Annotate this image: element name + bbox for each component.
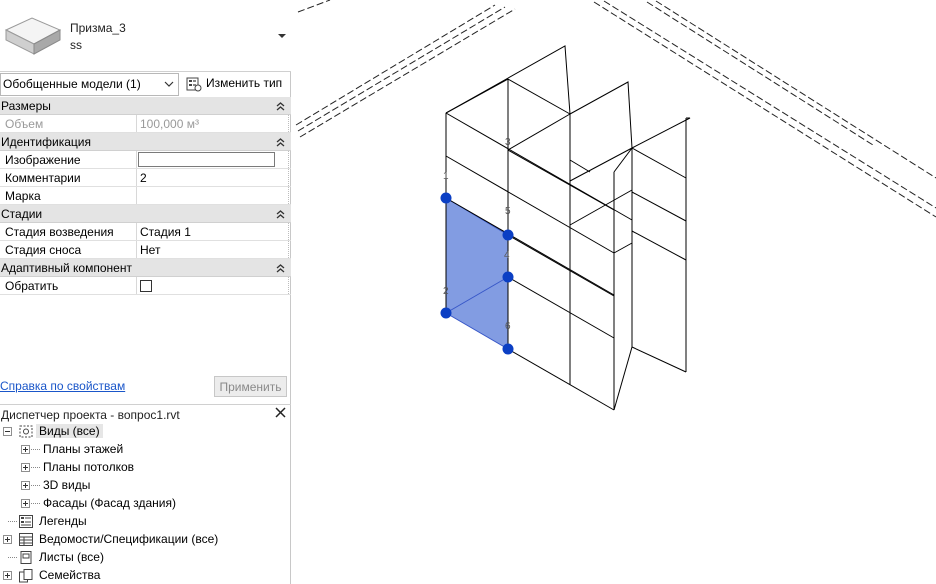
point-label-2: 2	[443, 286, 449, 297]
properties-grid: Размеры Объем 100,000 м³ Идентификация И…	[0, 97, 291, 295]
image-field[interactable]	[138, 152, 275, 167]
family-icon	[19, 569, 33, 583]
adaptive-point-grip-4[interactable]	[502, 271, 514, 283]
point-label-1: 1	[443, 171, 449, 182]
expand-toggle-icon[interactable]	[21, 463, 30, 472]
filter-row: Обобщенные модели (1) Изменить тип	[0, 73, 291, 96]
collapse-icon[interactable]	[276, 101, 285, 111]
prop-name: Комментарии	[0, 169, 137, 186]
expand-toggle-icon[interactable]	[21, 481, 30, 490]
group-phasing[interactable]: Стадии	[0, 205, 291, 223]
group-adaptive-label: Адаптивный компонент	[1, 261, 132, 275]
edit-type-button[interactable]: Изменить тип	[183, 73, 289, 96]
tree-label: Виды (все)	[36, 424, 103, 438]
prop-row-image: Изображение	[0, 151, 291, 169]
point-label-6: 6	[505, 321, 511, 332]
left-panel: Призма_3 ss Обобщенные модели (1) Измени…	[0, 0, 291, 584]
point-label-4: 4	[504, 250, 510, 261]
tree-label: Листы (все)	[39, 550, 104, 564]
edit-type-icon	[186, 77, 202, 92]
collapse-icon[interactable]	[276, 137, 285, 147]
schedule-icon	[19, 533, 33, 546]
close-icon[interactable]	[275, 407, 286, 418]
properties-help-link[interactable]: Справка по свойствам	[0, 379, 125, 393]
type-selector[interactable]: Призма_3 ss	[0, 0, 291, 72]
adaptive-point-grip-2[interactable]	[440, 307, 452, 319]
prop-row-mark: Марка	[0, 187, 291, 205]
point-label-3: 3	[505, 137, 511, 148]
apply-button[interactable]: Применить	[214, 376, 287, 397]
tree-node-floor-plans[interactable]: Планы этажей	[0, 441, 291, 459]
element-filter-value: Обобщенные модели (1)	[3, 77, 141, 91]
type-name: ss	[70, 38, 82, 52]
prop-value	[137, 277, 289, 294]
dropdown-arrow-icon[interactable]	[276, 30, 288, 42]
tree-node-views[interactable]: Виды (все)	[0, 423, 291, 441]
mark-field[interactable]	[137, 187, 289, 204]
phase-created-select[interactable]: Стадия 1	[137, 223, 289, 240]
3d-view-canvas[interactable]: 1 2 3 4 5 6	[292, 0, 936, 584]
prop-name: Объем	[0, 115, 137, 132]
tree-node-schedules[interactable]: Ведомости/Спецификации (все)	[0, 531, 291, 549]
prop-value: 100,000 м³	[137, 115, 289, 132]
prop-row-phase-demolished: Стадия сноса Нет	[0, 241, 291, 259]
element-filter-select[interactable]: Обобщенные модели (1)	[0, 73, 179, 96]
collapse-icon[interactable]	[276, 263, 285, 273]
views-icon	[19, 425, 33, 438]
expand-toggle-icon[interactable]	[21, 445, 30, 454]
prop-value	[137, 151, 289, 168]
adaptive-point-grip-5[interactable]	[502, 229, 514, 241]
tree-node-sheets[interactable]: Листы (все)	[0, 549, 291, 567]
tree-label: Планы этажей	[43, 442, 124, 456]
prop-row-flip: Обратить	[0, 277, 291, 295]
group-adaptive[interactable]: Адаптивный компонент	[0, 259, 291, 277]
tree-node-3d-views[interactable]: 3D виды	[0, 477, 291, 495]
collapse-icon[interactable]	[276, 209, 285, 219]
point-label-5: 5	[505, 206, 511, 217]
expand-toggle-icon[interactable]	[21, 499, 30, 508]
group-phasing-label: Стадии	[1, 207, 43, 221]
group-identity[interactable]: Идентификация	[0, 133, 291, 151]
tree-label: Семейства	[39, 568, 101, 582]
flip-checkbox[interactable]	[140, 280, 152, 292]
tree-node-ceiling-plans[interactable]: Планы потолков	[0, 459, 291, 477]
tree-label: Фасады (Фасад здания)	[43, 496, 176, 510]
expand-toggle-icon[interactable]	[3, 535, 12, 544]
group-identity-label: Идентификация	[1, 135, 91, 149]
legend-icon	[19, 515, 33, 528]
model-viewport[interactable]: 1 2 3 4 5 6	[292, 0, 936, 584]
adaptive-point-grip-1[interactable]	[440, 192, 452, 204]
group-dimensions[interactable]: Размеры	[0, 97, 291, 115]
prop-name: Марка	[0, 187, 137, 204]
prop-name: Стадия возведения	[0, 223, 137, 240]
prop-name: Обратить	[0, 277, 137, 294]
tree-label: Ведомости/Спецификации (все)	[39, 532, 219, 546]
tree-node-families[interactable]: Семейства	[0, 567, 291, 584]
prism-thumbnail-icon	[4, 17, 62, 55]
prop-row-volume: Объем 100,000 м³	[0, 115, 291, 133]
collapse-toggle-icon[interactable]	[3, 427, 12, 436]
tree-node-elevations[interactable]: Фасады (Фасад здания)	[0, 495, 291, 513]
expand-toggle-icon[interactable]	[3, 571, 12, 580]
prop-name: Изображение	[0, 151, 137, 168]
chevron-down-icon	[164, 81, 174, 87]
comments-field[interactable]: 2	[137, 169, 289, 186]
tree-label: Легенды	[39, 514, 87, 528]
prop-row-comments: Комментарии 2	[0, 169, 291, 187]
sheet-icon	[20, 551, 32, 564]
phase-demolished-select[interactable]: Нет	[137, 241, 289, 258]
prop-row-phase-created: Стадия возведения Стадия 1	[0, 223, 291, 241]
tree-label: Планы потолков	[43, 460, 135, 474]
edit-type-label: Изменить тип	[206, 76, 283, 90]
group-dimensions-label: Размеры	[1, 99, 51, 113]
tree-node-legends[interactable]: Легенды	[0, 513, 291, 531]
adaptive-point-grip-6[interactable]	[502, 343, 514, 355]
tree-label: 3D виды	[43, 478, 91, 492]
prop-name: Стадия сноса	[0, 241, 137, 258]
type-family-name: Призма_3	[70, 21, 126, 35]
project-browser-title: Диспетчер проекта - вопрос1.rvt	[0, 404, 291, 423]
